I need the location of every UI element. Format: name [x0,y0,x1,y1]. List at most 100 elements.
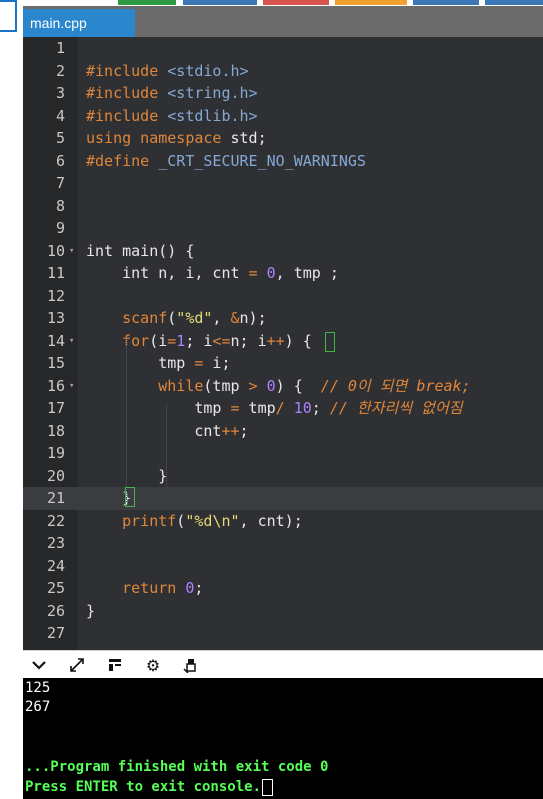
code-line[interactable]: 13 scanf("%d", &n); [23,307,543,330]
code-line[interactable]: 12 [23,285,543,308]
code-token: n); [239,309,267,327]
line-number: 5 [55,129,65,147]
toolbar-chip-share[interactable] [335,0,407,5]
console-line-output: 125 [25,680,51,696]
code-token: (i [149,331,168,350]
code-token: <string.h> [167,84,258,102]
code-line[interactable]: 14 ▾ for(i=1; i<=n; i++) { [23,330,543,353]
fold-arrow-icon[interactable]: ▾ [69,240,74,263]
console-finish-message: ...Program finished with exit code 0 [25,759,329,775]
line-number: 1 [55,39,65,57]
toolbar-chip-beautify[interactable] [485,0,543,5]
code-line[interactable]: 6 #define _CRT_SECURE_NO_WARNINGS [23,150,543,173]
code-line[interactable]: 9 [23,217,543,240]
line-number: 19 [46,444,65,462]
code-line[interactable]: 17 tmp = tmp/ 10; // 한자리씩 없어짐 [23,397,543,420]
toolbar-chip-stop[interactable] [263,0,329,5]
code-token: ) { [275,376,321,395]
code-line[interactable]: 11 int n, i, cnt = 0, tmp ; [23,262,543,285]
code-line[interactable]: 24 [23,555,543,578]
code-line[interactable]: 8 [23,195,543,218]
code-text: #include <string.h> [86,82,258,105]
console-cursor[interactable] [262,778,274,796]
code-token: ( [167,309,177,327]
tab-label: main.cpp [30,15,87,31]
code-token: i; [203,354,231,372]
file-tab-bar: main.cpp [23,6,543,37]
code-token: #include [86,61,159,80]
code-line[interactable]: 26} [23,600,543,623]
line-number: 27 [46,624,65,642]
gear-icon[interactable]: ⚙ [142,655,164,675]
code-line[interactable]: 4 #include <stdlib.h> [23,105,543,128]
tab-main-cpp[interactable]: main.cpp [23,9,135,37]
code-token: ++ [266,331,285,350]
line-number: 17 [46,399,65,417]
code-line[interactable]: 20} [23,465,543,488]
code-token: (tmp [203,376,249,395]
code-line[interactable]: 27 [23,622,543,645]
layout-icon[interactable] [104,655,126,675]
line-number: 20 [46,466,65,485]
code-line[interactable]: 23 [23,532,543,555]
console-output[interactable]: 125 267 ...Program finished with exit co… [23,678,543,799]
code-line[interactable]: 3 #include <string.h> [23,82,543,105]
code-line[interactable]: 15 tmp = i; [23,352,543,375]
code-token: } [86,601,96,620]
line-number: 10 [46,241,65,260]
code-token: , cnt); [239,511,303,530]
panel-toggle-icon[interactable] [0,0,17,32]
line-number: 2 [55,61,65,80]
code-text: for(i=1; i<=n; i++) { [122,330,312,353]
code-line[interactable]: 19 [23,442,543,465]
code-line[interactable]: 16 ▾ while(tmp > 0) { // 0이 되면 break; [23,375,543,398]
code-text: while(tmp > 0) { // 0이 되면 break; [158,375,470,398]
code-token: ( [176,511,186,530]
code-text: int n, i, cnt = 0, tmp ; [122,262,339,285]
code-line[interactable]: 2 #include <stdio.h> [23,60,543,83]
line-number: 7 [55,174,65,192]
code-text: using namespace std; [86,127,267,150]
code-line[interactable]: 22 printf("%d\n", cnt); [23,510,543,533]
clear-icon[interactable] [180,655,202,675]
toolbar-chip-debug[interactable] [183,0,257,5]
code-token: "%d\n" [185,511,240,530]
code-token: = [248,264,258,282]
code-token: #include [86,106,159,125]
code-text: tmp = tmp/ 10; // 한자리씩 없어짐 [194,397,462,420]
line-number: 11 [46,264,65,282]
code-line[interactable]: 18 cnt++; [23,420,543,443]
code-line[interactable]: 21} [23,487,543,510]
code-line[interactable]: 5 using namespace std; [23,127,543,150]
code-line[interactable]: 1 [23,37,543,60]
code-token: ) [284,331,303,350]
console-line-output: 267 [25,699,51,715]
code-editor[interactable]: 1 2 #include <stdio.h> 3 #include <string.h>… [23,37,543,650]
code-token: & [230,309,240,327]
code-token: / [275,399,285,417]
code-text: #include <stdio.h> [86,60,249,83]
expand-icon[interactable] [66,655,88,675]
code-token: #include [86,84,159,102]
chevron-down-icon[interactable] [28,655,50,675]
console-prompt: Press ENTER to exit console. [25,777,274,797]
code-line[interactable]: 10 ▾ int main() { [23,240,543,263]
code-line[interactable]: 25 return 0; [23,577,543,600]
code-token: = [167,331,177,350]
code-token: { [302,331,312,350]
toolbar-chip-save[interactable] [413,0,479,5]
fold-arrow-icon[interactable]: ▾ [69,330,74,353]
toolbar-chip-run[interactable] [118,0,176,5]
code-token: int n, i, cnt [122,264,249,282]
line-number: 3 [55,84,65,102]
code-token: _CRT_SECURE_NO_WARNINGS [158,151,366,170]
left-panel-edge [0,0,23,799]
code-token: // 한자리씩 없어짐 [329,399,463,417]
fold-arrow-icon[interactable]: ▾ [69,375,74,398]
line-number: 8 [55,196,65,215]
line-number: 21 [46,489,65,507]
code-line[interactable]: 7 [23,172,543,195]
